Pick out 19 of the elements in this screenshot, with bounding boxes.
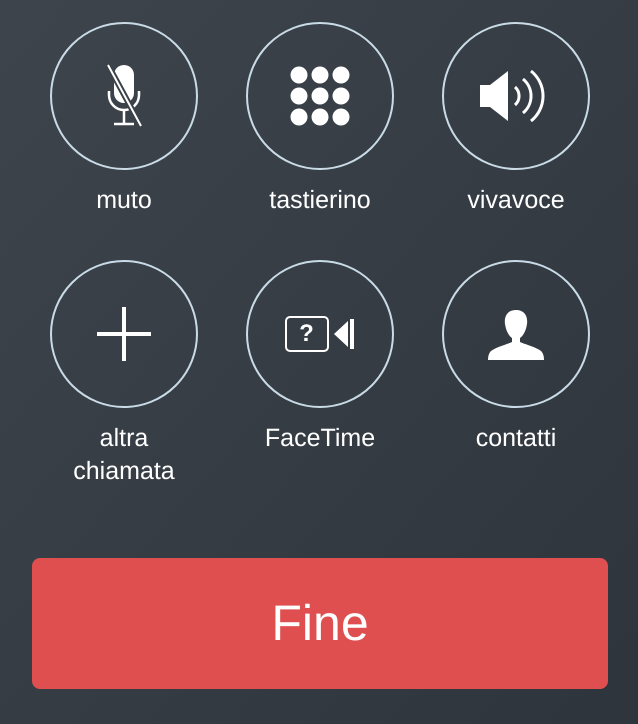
button-label: contatti <box>474 423 558 454</box>
muted-microphone-icon <box>104 63 144 129</box>
plus-icon <box>97 307 151 361</box>
button-label: FaceTime <box>264 423 376 454</box>
add-call-button[interactable] <box>50 260 198 408</box>
mute-button[interactable] <box>50 22 198 170</box>
keypad-icon <box>290 66 350 126</box>
button-label: muto <box>95 185 153 216</box>
person-icon <box>488 308 544 360</box>
question-mark-screen-icon: ? <box>284 316 328 352</box>
speaker-button[interactable] <box>442 22 590 170</box>
keypad-button[interactable] <box>246 22 394 170</box>
end-call-button[interactable]: Fine <box>32 558 608 689</box>
button-label: vivavoce <box>466 185 566 216</box>
facetime-button[interactable]: ? <box>246 260 394 408</box>
button-label: altra chiamata <box>72 423 176 487</box>
button-label: tastierino <box>268 185 372 216</box>
contacts-button[interactable] <box>442 260 590 408</box>
camera-lens-icon <box>332 317 356 351</box>
